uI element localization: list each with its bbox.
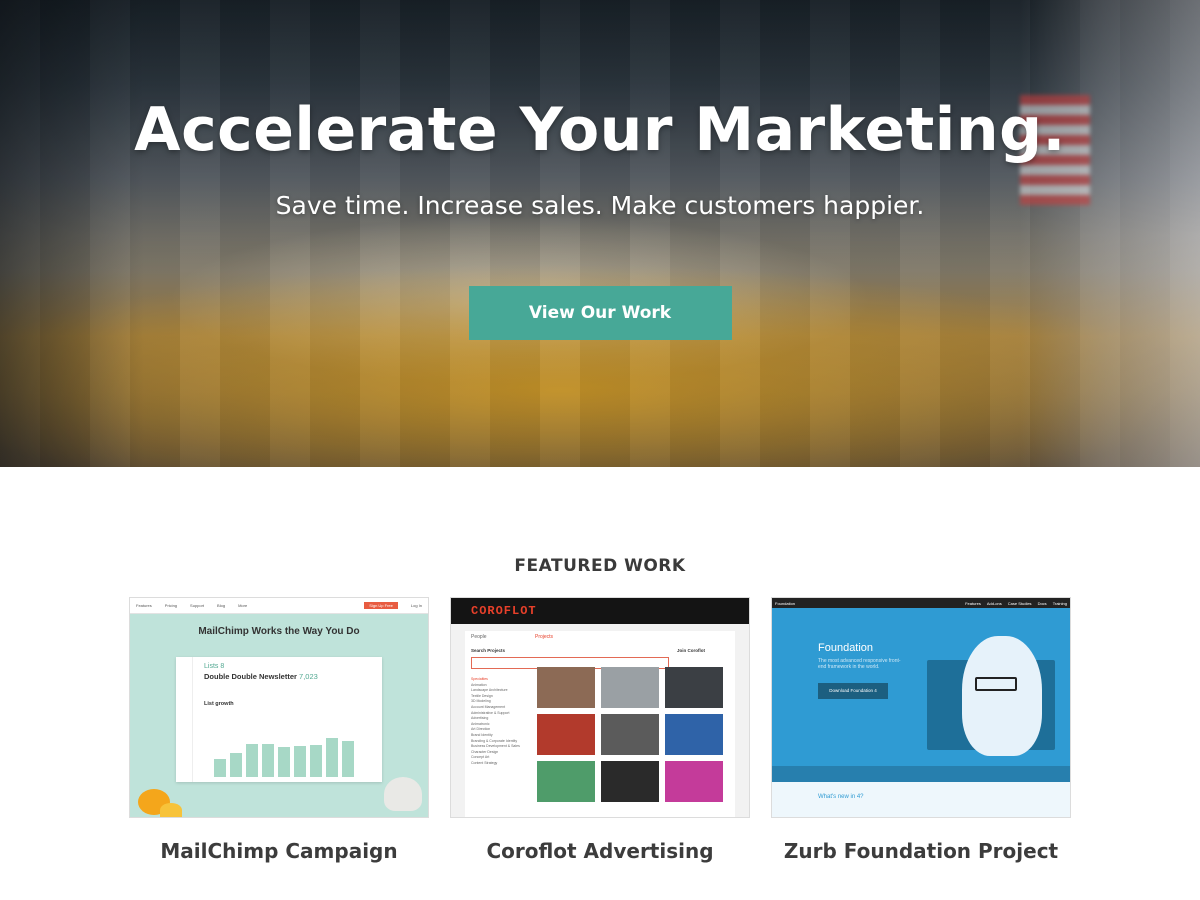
featured-work-grid: Features Pricing Support Blog More Sign … [0, 597, 1200, 863]
bar [278, 747, 290, 777]
foundation-brand: Foundation [775, 600, 796, 606]
foundation-nav-case-studies: Case Studies [1007, 600, 1032, 606]
mailchimp-dashboard-panel: Lists 8 Double Double Newsletter 7,023 L… [176, 657, 382, 782]
coroflot-search-label: Search Projects [471, 648, 506, 653]
card-title-mailchimp[interactable]: MailChimp Campaign [129, 839, 429, 863]
featured-card-coroflot[interactable]: COROFLOT People Projects Search Projects… [450, 597, 750, 863]
foundation-title: Foundation [818, 642, 874, 654]
card-title-foundation[interactable]: Zurb Foundation Project [771, 839, 1071, 863]
foundation-navbar: Foundation Features Add-ons Case Studies… [772, 598, 1070, 608]
hero-content: Accelerate Your Marketing. Save time. In… [0, 0, 1200, 340]
bar [246, 744, 258, 777]
mailchimp-lists-label: Lists 8 [204, 663, 225, 670]
coroflot-logo: COROFLOT [471, 604, 537, 618]
featured-work-heading: FEATURED WORK [514, 556, 686, 576]
hero-subtitle: Save time. Increase sales. Make customer… [275, 191, 925, 220]
project-thumbnail [601, 667, 659, 708]
mailchimp-nav-features: Features [136, 603, 152, 608]
bar [230, 753, 242, 777]
coroflot-navbar: COROFLOT [451, 598, 749, 624]
foundation-nav-training: Training [1052, 600, 1067, 606]
project-thumbnail [665, 667, 723, 708]
mailchimp-headline: MailChimp Works the Way You Do [198, 626, 360, 637]
card-title-coroflot[interactable]: Coroflot Advertising [450, 839, 750, 863]
coroflot-thumbnail[interactable]: COROFLOT People Projects Search Projects… [450, 597, 750, 818]
bar [262, 744, 274, 777]
coroflot-specialties-list: Specialties Animation Landscape Architec… [471, 677, 541, 767]
featured-card-foundation[interactable]: Foundation Features Add-ons Case Studies… [771, 597, 1071, 863]
bar [294, 746, 306, 777]
mailchimp-subscriber-count: 7,023 [299, 672, 318, 681]
project-thumbnail [665, 761, 723, 802]
project-thumbnail [601, 761, 659, 802]
mailchimp-nav-pricing: Pricing [164, 603, 178, 608]
foundation-nav-links: Features Add-ons Case Studies Docs Train… [965, 601, 1067, 606]
foundation-download-button: Download Foundation 4 [818, 683, 888, 699]
mailchimp-growth-bars [214, 738, 354, 777]
foundation-subtitle: The most advanced responsive front-end f… [818, 658, 901, 670]
yeti-glasses [975, 677, 1017, 691]
mailchimp-signup-badge: Sign Up Free [364, 602, 398, 609]
foundation-nav-addons: Add-ons [986, 600, 1002, 606]
project-thumbnail [537, 714, 595, 755]
foundation-lower-section [772, 782, 1070, 817]
foundation-whats-new: What's new in 4? [818, 794, 864, 800]
bar [214, 759, 226, 777]
mailchimp-newsletter-title: Double Double Newsletter [204, 672, 297, 681]
foundation-stripe [772, 766, 1070, 782]
mailchimp-sidebar [176, 657, 193, 782]
mailchimp-nav-more: More [238, 603, 248, 608]
foundation-nav-docs: Docs [1037, 600, 1047, 606]
hero-title: Accelerate Your Marketing. [134, 95, 1066, 165]
coroflot-join-label: Join Coroflot [677, 648, 705, 653]
mailchimp-nav-support: Support [190, 603, 205, 608]
project-thumbnail [537, 667, 595, 708]
featured-card-mailchimp[interactable]: Features Pricing Support Blog More Sign … [129, 597, 429, 863]
bar [310, 745, 322, 777]
view-our-work-button[interactable]: View Our Work [468, 286, 732, 340]
project-thumbnail [537, 761, 595, 802]
mailchimp-nav-blog: Blog [217, 603, 226, 608]
list-item: Content Strategy [471, 760, 498, 765]
project-thumbnail [601, 714, 659, 755]
plant-pot-image [384, 777, 422, 811]
mailchimp-navbar: Features Pricing Support Blog More Sign … [130, 598, 428, 614]
hero-section: Accelerate Your Marketing. Save time. In… [0, 0, 1200, 467]
mailchimp-newsletter-name: Double Double Newsletter 7,023 [204, 672, 318, 681]
foundation-nav-features: Features [965, 600, 981, 606]
mailchimp-thumbnail[interactable]: Features Pricing Support Blog More Sign … [129, 597, 429, 818]
foundation-thumbnail[interactable]: Foundation Features Add-ons Case Studies… [771, 597, 1071, 818]
bar [342, 741, 354, 777]
mailchimp-login-link: Log In [410, 603, 422, 608]
coroflot-project-grid [537, 667, 723, 802]
bar [326, 738, 338, 777]
lemon-slice-image [160, 803, 182, 817]
yeti-mascot-image [962, 636, 1042, 756]
coroflot-tab-people: People [471, 634, 487, 640]
project-thumbnail [665, 714, 723, 755]
coroflot-tab-projects: Projects [535, 634, 554, 640]
mailchimp-list-growth-label: List growth [204, 701, 234, 707]
